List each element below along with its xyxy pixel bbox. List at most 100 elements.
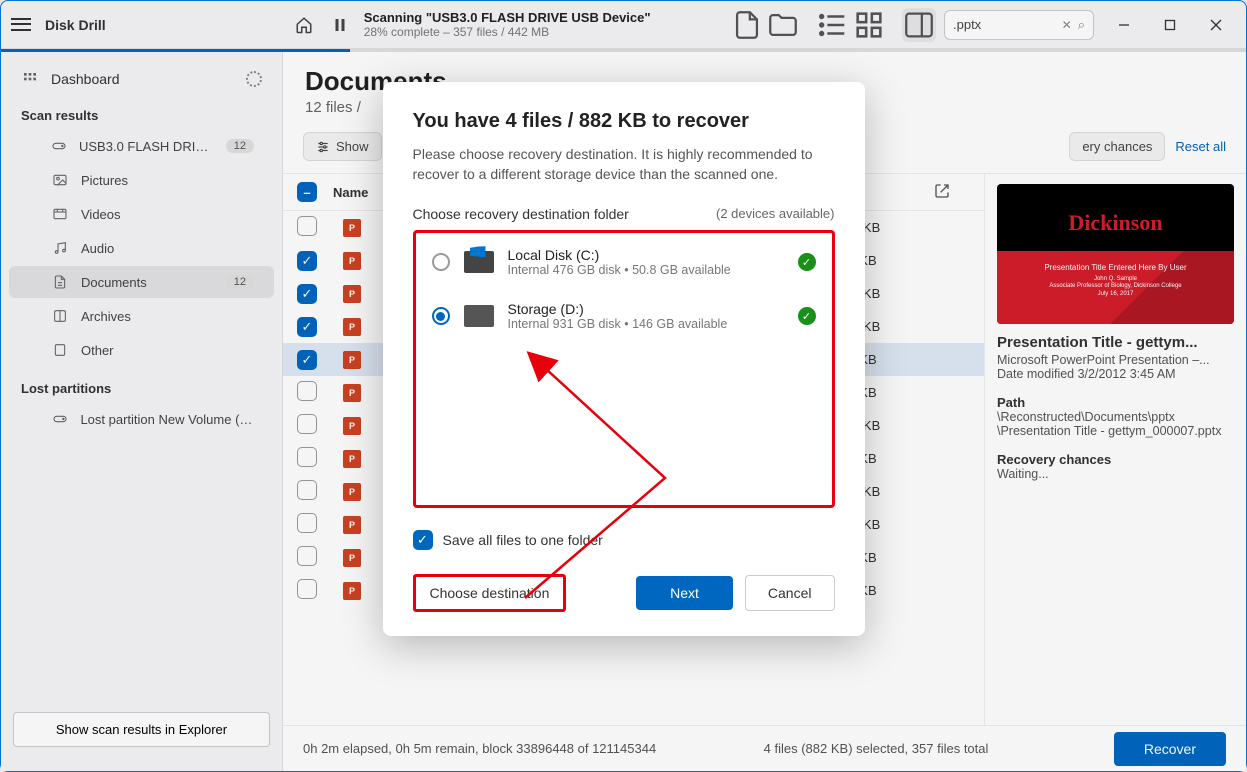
- row-checkbox[interactable]: [297, 447, 317, 467]
- show-filter-button[interactable]: Show: [303, 132, 382, 161]
- preview-filename: Presentation Title - gettym...: [997, 334, 1234, 351]
- radio-icon[interactable]: [432, 307, 450, 325]
- show-results-explorer-button[interactable]: Show scan results in Explorer: [13, 712, 270, 747]
- grid-view-icon[interactable]: [852, 8, 886, 42]
- row-checkbox[interactable]: [297, 216, 317, 236]
- drive-icon: [51, 410, 68, 428]
- destination-local-disk-c[interactable]: Local Disk (C:)Internal 476 GB disk • 50…: [418, 235, 830, 289]
- preview-pane: Dickinson Presentation Title Entered Her…: [984, 174, 1246, 725]
- pptx-icon: P: [343, 252, 361, 270]
- scan-progress: [1, 49, 1246, 52]
- pptx-icon: P: [343, 285, 361, 303]
- sidebar-item-pictures[interactable]: Pictures: [9, 164, 274, 196]
- ok-check-icon: ✓: [798, 307, 816, 325]
- chances-value: Waiting...: [997, 467, 1234, 481]
- documents-icon: [51, 273, 69, 291]
- lost-partitions-heading: Lost partitions: [1, 367, 282, 402]
- sidebar-item-other[interactable]: Other: [9, 334, 274, 366]
- sidebar-item-documents[interactable]: Documents12: [9, 266, 274, 298]
- loading-spinner-icon: [246, 71, 262, 87]
- row-checkbox[interactable]: [297, 579, 317, 599]
- pptx-icon: P: [343, 351, 361, 369]
- select-all-checkbox[interactable]: [297, 182, 317, 202]
- modal-title: You have 4 files / 882 KB to recover: [413, 110, 835, 133]
- filter-input[interactable]: .pptx ✕ ⌕: [944, 10, 1094, 40]
- drive-icon: [51, 137, 67, 155]
- dashboard-icon: [21, 70, 39, 88]
- pptx-icon: P: [343, 417, 361, 435]
- cancel-button[interactable]: Cancel: [745, 575, 835, 611]
- app-title: Disk Drill: [45, 17, 106, 33]
- recovery-chances-button[interactable]: ery chances: [1069, 132, 1165, 161]
- pptx-icon: P: [343, 384, 361, 402]
- pptx-icon: P: [343, 450, 361, 468]
- drive-icon: [464, 305, 494, 327]
- home-icon[interactable]: [286, 7, 322, 43]
- choose-folder-label: Choose recovery destination folder: [413, 206, 629, 222]
- videos-icon: [51, 205, 69, 223]
- scan-results-heading: Scan results: [1, 94, 282, 129]
- reset-all-link[interactable]: Reset all: [1175, 139, 1226, 154]
- folder-icon[interactable]: [766, 8, 800, 42]
- chances-label: Recovery chances: [997, 452, 1234, 467]
- drive-label: USB3.0 FLASH DRIVE USB...: [79, 139, 214, 154]
- row-checkbox[interactable]: [297, 350, 317, 370]
- radio-icon[interactable]: [432, 253, 450, 271]
- row-checkbox[interactable]: [297, 381, 317, 401]
- search-icon[interactable]: ⌕: [1078, 17, 1085, 33]
- minimize-icon[interactable]: [1102, 9, 1146, 41]
- choose-destination-button[interactable]: Choose destination: [413, 574, 567, 612]
- panel-toggle-icon[interactable]: [902, 8, 936, 42]
- drive-badge: 12: [226, 139, 254, 153]
- pptx-icon: P: [343, 483, 361, 501]
- dashboard-label: Dashboard: [51, 71, 120, 87]
- pictures-icon: [51, 171, 69, 189]
- pptx-icon: P: [343, 318, 361, 336]
- sidebar-item-dashboard[interactable]: Dashboard: [1, 64, 282, 94]
- row-checkbox[interactable]: [297, 284, 317, 304]
- sidebar-item-drive[interactable]: USB3.0 FLASH DRIVE USB... 12: [9, 130, 274, 162]
- audio-icon: [51, 239, 69, 257]
- windows-drive-icon: [464, 251, 494, 273]
- filter-value: .pptx: [953, 17, 981, 32]
- scan-status: Scanning "USB3.0 FLASH DRIVE USB Device"…: [364, 10, 674, 39]
- list-view-icon[interactable]: [816, 8, 850, 42]
- file-icon[interactable]: [730, 8, 764, 42]
- pause-icon[interactable]: [322, 7, 358, 43]
- sidebar-item-archives[interactable]: Archives: [9, 300, 274, 332]
- row-checkbox[interactable]: [297, 513, 317, 533]
- menu-icon[interactable]: [9, 13, 33, 37]
- open-external-icon[interactable]: [934, 183, 970, 202]
- sidebar-item-lost-volume[interactable]: Lost partition New Volume (N...: [9, 403, 274, 435]
- destination-storage-d[interactable]: Storage (D:)Internal 931 GB disk • 146 G…: [418, 289, 830, 343]
- save-all-checkbox[interactable]: [413, 530, 433, 550]
- close-icon[interactable]: [1194, 9, 1238, 41]
- clear-filter-icon[interactable]: ✕: [1062, 18, 1072, 32]
- save-all-label: Save all files to one folder: [443, 532, 603, 548]
- maximize-icon[interactable]: [1148, 9, 1192, 41]
- sidebar-item-audio[interactable]: Audio: [9, 232, 274, 264]
- row-checkbox[interactable]: [297, 546, 317, 566]
- preview-type: Microsoft PowerPoint Presentation –...: [997, 353, 1234, 367]
- path-label: Path: [997, 395, 1234, 410]
- row-checkbox[interactable]: [297, 480, 317, 500]
- pptx-icon: P: [343, 582, 361, 600]
- ok-check-icon: ✓: [798, 253, 816, 271]
- pptx-icon: P: [343, 549, 361, 567]
- row-checkbox[interactable]: [297, 317, 317, 337]
- row-checkbox[interactable]: [297, 414, 317, 434]
- recovery-destination-modal: You have 4 files / 882 KB to recover Ple…: [383, 82, 865, 636]
- modal-desc: Please choose recovery destination. It i…: [413, 145, 835, 184]
- row-checkbox[interactable]: [297, 251, 317, 271]
- pptx-icon: P: [343, 516, 361, 534]
- pptx-icon: P: [343, 219, 361, 237]
- devices-available: (2 devices available): [716, 206, 835, 222]
- next-button[interactable]: Next: [636, 576, 733, 610]
- other-icon: [51, 341, 69, 359]
- recover-button[interactable]: Recover: [1114, 732, 1226, 766]
- sidebar-item-videos[interactable]: Videos: [9, 198, 274, 230]
- destination-list: Local Disk (C:)Internal 476 GB disk • 50…: [413, 230, 835, 508]
- preview-modified: Date modified 3/2/2012 3:45 AM: [997, 367, 1234, 381]
- preview-thumbnail: Dickinson Presentation Title Entered Her…: [997, 184, 1234, 324]
- archives-icon: [51, 307, 69, 325]
